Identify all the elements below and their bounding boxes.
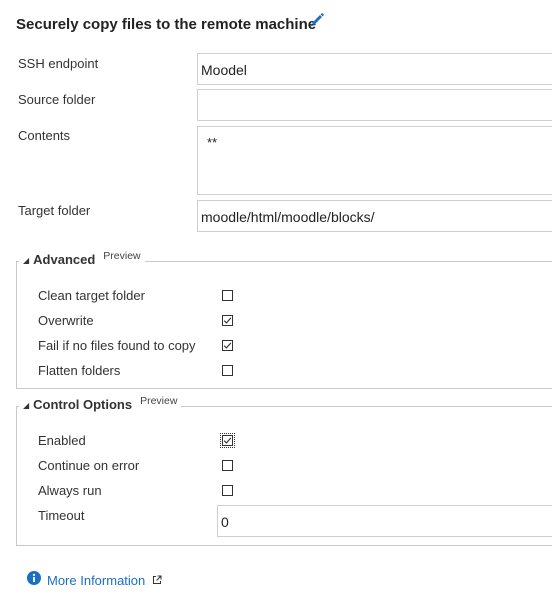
overwrite-checkbox[interactable] — [222, 315, 233, 326]
continue-on-error-checkbox[interactable] — [222, 460, 233, 471]
enabled-label: Enabled — [38, 433, 86, 448]
control-options-preview-badge: Preview — [140, 395, 178, 407]
always-run-label: Always run — [38, 483, 102, 498]
always-run-checkbox[interactable] — [222, 485, 233, 496]
timeout-label: Timeout — [38, 508, 85, 523]
more-information-link[interactable]: More Information — [47, 573, 162, 588]
edit-pencil-icon[interactable] — [309, 11, 325, 27]
checkmark-icon — [223, 437, 232, 444]
enabled-checkbox[interactable] — [220, 433, 235, 448]
advanced-title: Advanced — [33, 252, 96, 267]
checkmark-icon — [223, 342, 232, 349]
contents-label: Contents — [18, 128, 71, 143]
clean-target-folder-checkbox[interactable] — [222, 290, 233, 301]
contents-textarea[interactable]: ** — [197, 126, 552, 195]
info-icon — [27, 571, 41, 585]
control-options-title: Control Options — [33, 397, 133, 412]
contents-value: ** — [207, 135, 218, 150]
external-link-icon — [152, 575, 162, 584]
ssh-endpoint-label: SSH endpoint — [18, 56, 99, 71]
continue-on-error-label: Continue on error — [38, 458, 140, 473]
clean-target-folder-label: Clean target folder — [38, 288, 145, 303]
source-folder-label: Source folder — [18, 92, 96, 107]
checkmark-icon — [223, 317, 232, 324]
target-folder-field[interactable]: moodle/html/moodle/blocks/ — [197, 200, 552, 232]
fail-if-no-files-checkbox[interactable] — [222, 340, 233, 351]
timeout-value: 0 — [221, 514, 229, 530]
flatten-folders-checkbox[interactable] — [222, 365, 233, 376]
control-options-section-header[interactable]: ◢ Control Options Preview — [19, 395, 182, 412]
advanced-section-header[interactable]: ◢ Advanced Preview — [19, 250, 145, 267]
collapse-triangle-icon: ◢ — [23, 256, 30, 265]
ssh-endpoint-value: Moodel — [201, 62, 247, 78]
source-folder-field[interactable] — [197, 89, 552, 121]
flatten-folders-label: Flatten folders — [38, 363, 121, 378]
overwrite-label: Overwrite — [38, 313, 94, 328]
timeout-field[interactable]: 0 — [217, 505, 552, 537]
target-folder-label: Target folder — [18, 203, 91, 218]
ssh-endpoint-field[interactable]: Moodel — [197, 53, 552, 85]
page-title: Securely copy files to the remote machin… — [16, 16, 317, 33]
target-folder-value: moodle/html/moodle/blocks/ — [201, 209, 375, 225]
more-information-text: More Information — [47, 573, 146, 588]
fail-if-no-files-label: Fail if no files found to copy — [38, 338, 196, 353]
advanced-preview-badge: Preview — [103, 250, 141, 262]
collapse-triangle-icon: ◢ — [23, 401, 30, 410]
